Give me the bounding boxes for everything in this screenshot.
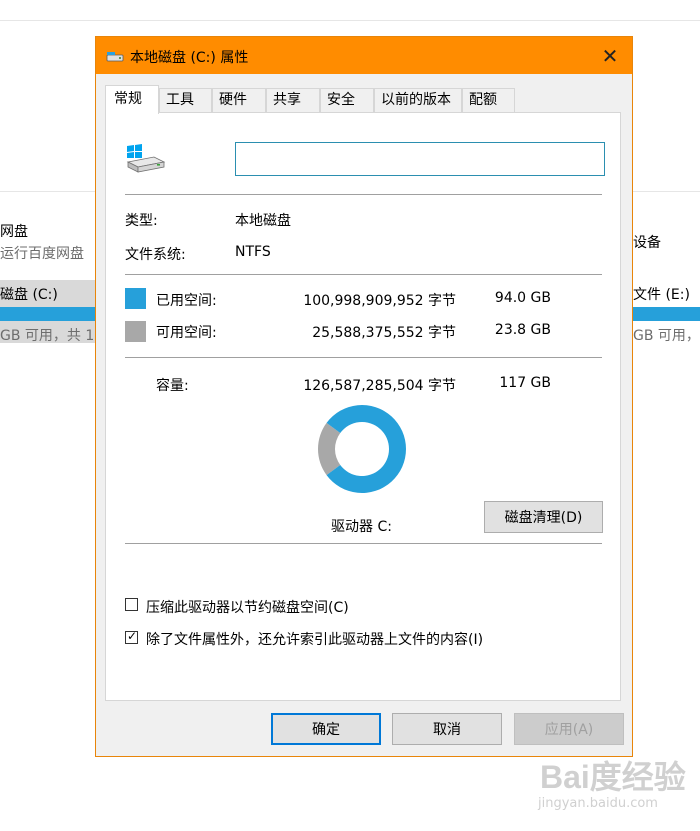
tab-sharing[interactable]: 共享 (266, 88, 320, 112)
background-divider-top (0, 20, 700, 21)
disk-cleanup-button[interactable]: 磁盘清理(D) (484, 501, 603, 533)
baidu-jingyan-watermark: Bai度经验 jingyan.baidu.com (532, 752, 692, 824)
background-drive-c-usage-bar (0, 307, 96, 321)
title-bar[interactable]: 本地磁盘 (C:) 属性 ✕ (96, 37, 632, 74)
used-space-gb: 94.0 GB (494, 290, 551, 306)
drive-letter-label: 驱动器 C: (331, 519, 392, 535)
background-drive-e-title[interactable]: 文件 (E:) (633, 284, 690, 304)
divider (125, 357, 602, 358)
general-panel: 类型: 本地磁盘 文件系统: NTFS 已用空间: 100,998,909,95… (105, 112, 621, 701)
compress-checkbox[interactable] (125, 598, 138, 611)
free-space-gb: 23.8 GB (494, 322, 551, 338)
disk-usage-donut (318, 405, 407, 493)
type-label: 类型: (125, 213, 158, 229)
capacity-gb: 117 GB (499, 375, 551, 391)
background-item-netdisk-sub: 运行百度网盘 (0, 246, 84, 262)
watermark-logo-text: Bai度经验 (540, 759, 686, 795)
filesystem-label: 文件系统: (125, 247, 186, 263)
tab-previous-versions[interactable]: 以前的版本 (374, 88, 462, 112)
tab-hardware[interactable]: 硬件 (212, 88, 266, 112)
divider (125, 274, 602, 275)
index-checkbox[interactable]: ✓ (125, 629, 138, 644)
apply-button[interactable]: 应用(A) (514, 713, 624, 745)
free-space-bytes: 25,588,375,552 字节 (312, 325, 456, 341)
watermark-url: jingyan.baidu.com (538, 796, 658, 811)
close-button[interactable]: ✕ (588, 37, 632, 74)
index-label[interactable]: 除了文件属性外，还允许索引此驱动器上文件的内容(I) (146, 629, 483, 649)
divider (125, 194, 602, 195)
capacity-label: 容量: (156, 378, 189, 394)
drive-name-input[interactable] (235, 142, 605, 176)
donut-free-segment (318, 422, 341, 476)
free-space-swatch (125, 321, 146, 342)
background-drive-c-sub: GB 可用，共 1 (0, 328, 95, 344)
background-drive-c-title: 磁盘 (C:) (0, 287, 58, 303)
cancel-button[interactable]: 取消 (392, 713, 502, 745)
drive-icon (126, 144, 166, 173)
properties-dialog: 本地磁盘 (C:) 属性 ✕ 常规 工具 硬件 共享 安全 以前的版本 配额 类… (95, 36, 633, 757)
tab-security[interactable]: 安全 (320, 88, 374, 112)
tab-tools[interactable]: 工具 (159, 88, 212, 112)
used-space-swatch (125, 288, 146, 309)
dialog-title: 本地磁盘 (C:) 属性 (130, 50, 249, 66)
background-drive-e-usage-bar (633, 307, 700, 321)
ok-button[interactable]: 确定 (271, 713, 381, 745)
background-item-netdisk-title[interactable]: 网盘 (0, 221, 28, 241)
used-space-bytes: 100,998,909,952 字节 (303, 293, 456, 309)
divider (125, 543, 602, 544)
tab-quota[interactable]: 配额 (462, 88, 515, 112)
used-space-label: 已用空间: (156, 293, 217, 309)
capacity-bytes: 126,587,285,504 字节 (303, 378, 456, 394)
check-mark-icon: ✓ (127, 629, 138, 643)
background-drive-e-sub: GB 可用， (633, 328, 700, 344)
filesystem-value: NTFS (235, 244, 271, 260)
tab-general[interactable]: 常规 (105, 85, 159, 114)
type-value: 本地磁盘 (235, 213, 291, 229)
background-devices-title: 设备 (633, 235, 661, 251)
free-space-label: 可用空间: (156, 325, 217, 341)
compress-label[interactable]: 压缩此驱动器以节约磁盘空间(C) (146, 597, 349, 617)
drive-icon (106, 52, 124, 62)
